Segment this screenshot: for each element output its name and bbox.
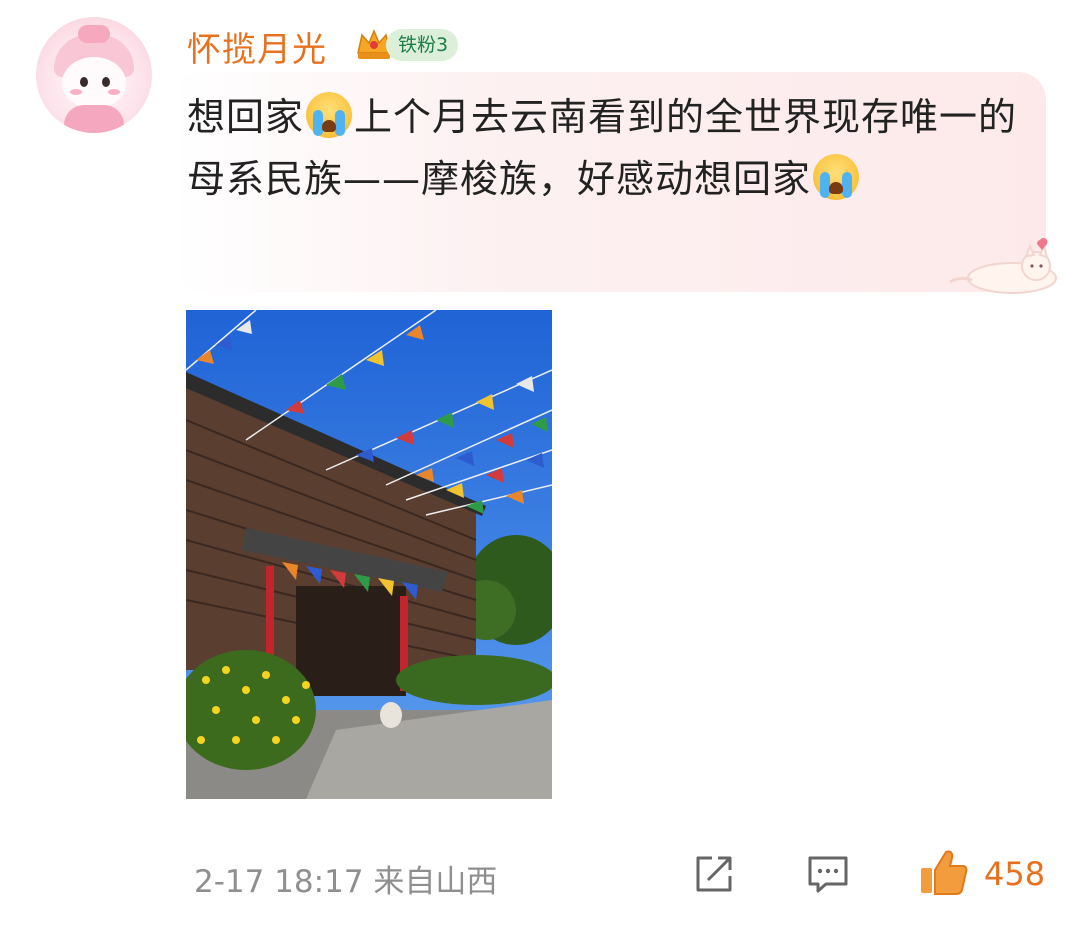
crying-face-icon [813, 154, 860, 200]
comment-meta: 2-17 18:17 来自山西 [194, 856, 497, 901]
cat-sticker-icon [949, 237, 1057, 294]
crying-face-icon [306, 92, 353, 138]
share-icon[interactable] [692, 852, 736, 896]
comment-text-part1: 想回家 [187, 95, 305, 139]
avatar-bow [78, 25, 110, 43]
like-count: 458 [984, 855, 1046, 893]
like-icon[interactable] [918, 848, 968, 896]
avatar-eye [102, 77, 110, 87]
username[interactable]: 怀揽月光 [187, 22, 327, 71]
avatar[interactable] [36, 17, 152, 133]
avatar-cheek [70, 89, 82, 95]
timestamp: 2-17 18:17 [194, 864, 364, 900]
comment-text: 想回家 上个月去云南看到的全世界现存唯一的母系民族——摩梭族，好感动想回家 [187, 86, 1027, 210]
avatar-cheek [108, 89, 120, 95]
comment-photo[interactable] [186, 310, 552, 799]
fan-badge[interactable]: 铁粉3 [386, 29, 459, 61]
comment-icon[interactable] [806, 852, 850, 896]
avatar-body [64, 105, 124, 133]
location: 来自山西 [373, 864, 498, 900]
avatar-eye [80, 77, 88, 87]
avatar-face [62, 57, 126, 109]
